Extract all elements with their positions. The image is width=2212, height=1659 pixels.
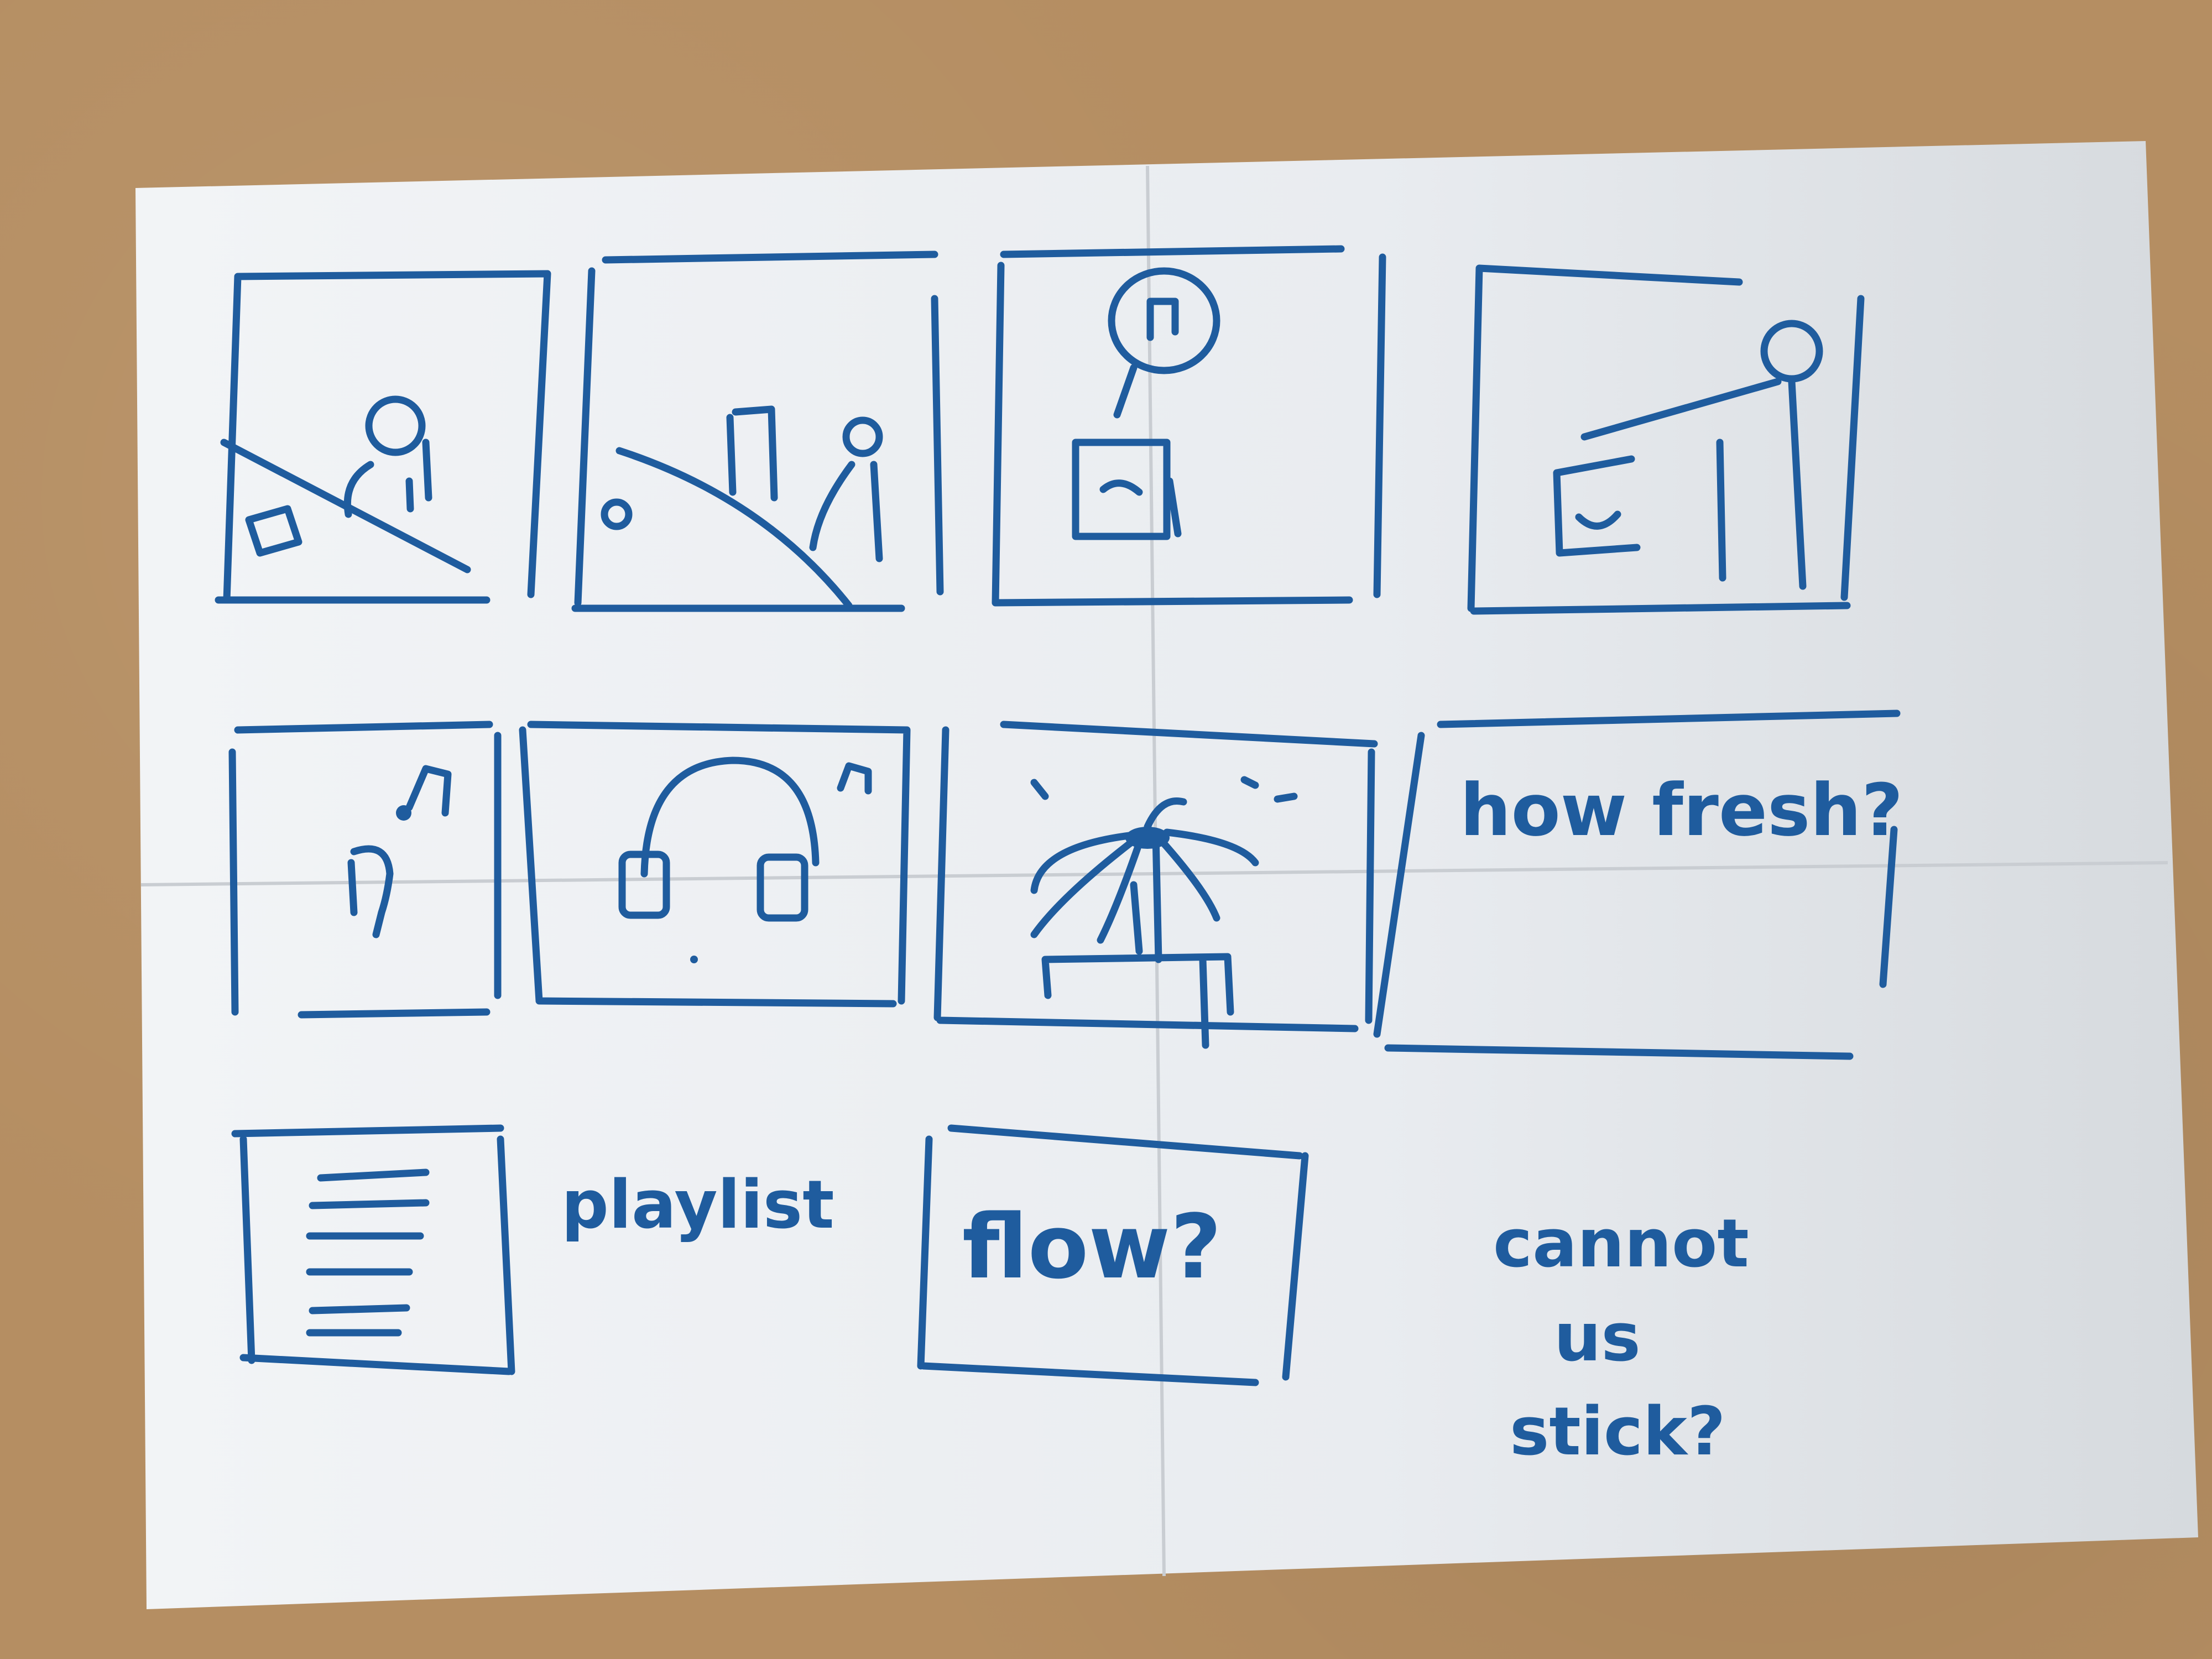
note-playlist: playlist: [561, 1167, 834, 1244]
note-us: us: [1554, 1300, 1641, 1376]
note-flow: flow?: [962, 1195, 1222, 1298]
note-stick: stick?: [1510, 1394, 1725, 1470]
note-how-fresh: how fresh?: [1460, 768, 1903, 852]
photo-scene: how fresh? playlist flow? cannot us stic…: [135, 141, 2198, 1609]
note-cannot: cannot: [1493, 1206, 1749, 1282]
